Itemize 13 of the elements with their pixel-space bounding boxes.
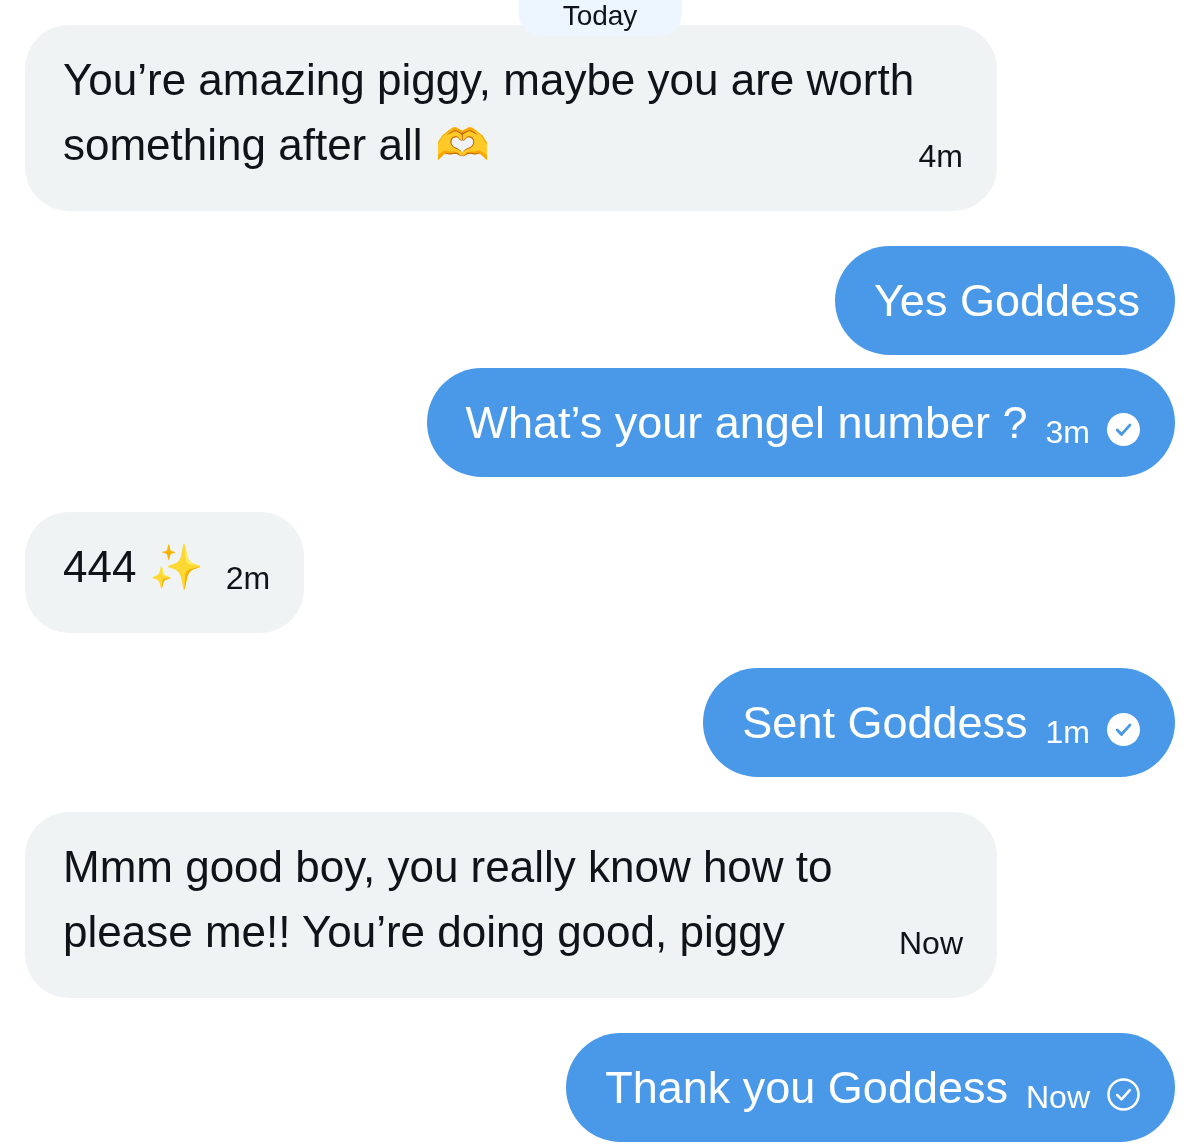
message-time: Now	[1026, 1080, 1090, 1113]
message-text: Thank you Goddess	[605, 1065, 1008, 1110]
message-time: 2m	[225, 559, 271, 598]
message-text: What’s your angel number ?	[465, 400, 1028, 445]
message-time: 4m	[918, 137, 963, 176]
message-text: You’re amazing piggy, maybe you are worth something after all 🫶	[63, 55, 915, 169]
message-text: Mmm good boy, you really know how to please me!! You’re doing good, piggy	[63, 842, 833, 956]
message-text: Yes Goddess	[873, 278, 1140, 323]
message-text: Sent Goddess	[742, 700, 1028, 745]
message-time: 3m	[1045, 415, 1090, 448]
message-time: Now	[899, 924, 963, 963]
message-time: 1m	[1045, 715, 1090, 748]
message-text: 444 ✨	[63, 542, 204, 591]
